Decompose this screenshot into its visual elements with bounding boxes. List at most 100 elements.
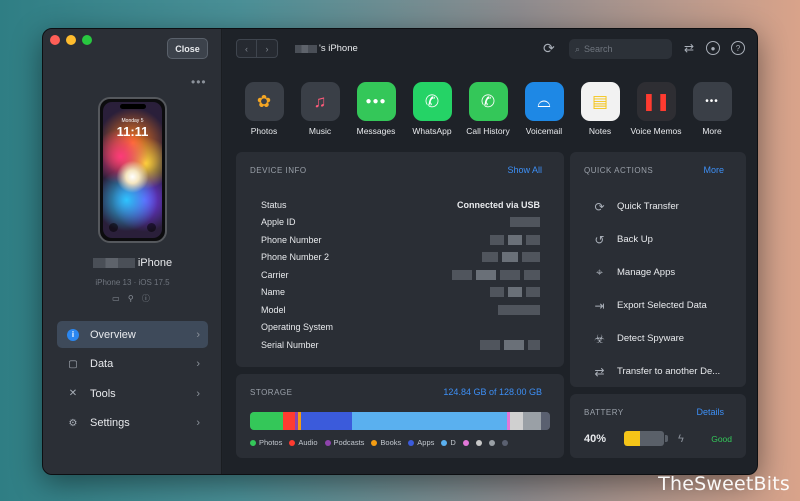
- flashlight-icon: [109, 223, 118, 232]
- quick-actions-card: QUICK ACTIONS More ⟳ Quick Transfer ↺ Back …: [570, 152, 746, 387]
- storage-used-label[interactable]: 124.84 GB of 128.00 GB: [443, 387, 542, 397]
- device-preview: Monday 5 11:11: [98, 97, 167, 243]
- app-photos[interactable]: ✿ Photos: [236, 82, 292, 136]
- action-manage-apps[interactable]: ⌖ Manage Apps: [592, 256, 736, 289]
- info-icon: i: [67, 328, 79, 341]
- square-icon: ▢: [68, 358, 78, 370]
- forward-button[interactable]: ›: [257, 39, 278, 58]
- legend-dot: [324, 439, 331, 446]
- phone-icon: ✆: [468, 82, 508, 121]
- back-button[interactable]: ‹: [236, 39, 257, 58]
- info-label: Apple ID: [261, 217, 296, 228]
- sidebar-item-data[interactable]: ▢ Data ›: [57, 351, 208, 378]
- sidebar: Close ••• Monday 5 11:11 iPhone iPhone 1…: [43, 29, 222, 474]
- sidebar-item-tools[interactable]: ✕ Tools ›: [57, 380, 208, 407]
- info-row-apple-id: Apple ID: [261, 214, 540, 232]
- refresh-icon[interactable]: ⟳: [543, 40, 555, 57]
- app-more[interactable]: ••• More: [684, 82, 740, 136]
- zoom-window-button[interactable]: [82, 35, 92, 45]
- info-label: Status: [261, 199, 287, 210]
- quick-transfer-icon: ⟳: [594, 199, 605, 214]
- sidebar-more-icon[interactable]: •••: [191, 75, 207, 89]
- sidebar-item-label: Data: [90, 358, 114, 370]
- close-button[interactable]: Close: [167, 38, 208, 59]
- legend-item-podcasts: Podcasts: [324, 438, 364, 447]
- legend-item-photos: Photos: [250, 438, 282, 447]
- legend-item-d: D: [441, 438, 456, 447]
- storage-segment-audio: [283, 412, 295, 430]
- info-label: Phone Number 2: [261, 252, 330, 263]
- app-voicemail[interactable]: ⌓ Voicemail: [516, 82, 572, 136]
- charging-bolt-icon: ϟ: [678, 432, 684, 445]
- window-controls: [50, 35, 92, 45]
- app-label: Photos: [250, 126, 278, 136]
- music-icon: ♫: [300, 82, 340, 121]
- close-window-button[interactable]: [50, 35, 60, 45]
- action-label: Back Up: [617, 234, 653, 245]
- search-input[interactable]: ⌕ Search: [569, 39, 672, 59]
- info-row-status: Status Connected via USB: [261, 196, 540, 214]
- storage-bar: [250, 412, 550, 430]
- legend-label: Apps: [417, 438, 435, 447]
- storage-segment-photos: [250, 412, 283, 430]
- info-label: Carrier: [261, 269, 289, 280]
- app-label: More: [702, 126, 722, 136]
- battery-health: Good: [711, 433, 732, 444]
- action-detect-spyware[interactable]: ☣ Detect Spyware: [592, 322, 736, 355]
- app-messages[interactable]: ●●● Messages: [348, 82, 404, 136]
- storage-title: STORAGE: [250, 388, 293, 397]
- show-all-link[interactable]: Show All: [507, 165, 542, 175]
- legend-item: [488, 439, 495, 446]
- legend-item: [462, 439, 469, 446]
- legend-item-apps: Apps: [408, 438, 434, 447]
- storage-segment: [523, 412, 541, 430]
- app-window: Close ••• Monday 5 11:11 iPhone iPhone 1…: [42, 28, 758, 475]
- action-label: Detect Spyware: [617, 333, 685, 344]
- app-label: Music: [308, 126, 332, 136]
- action-quick-transfer[interactable]: ⟳ Quick Transfer: [592, 190, 736, 223]
- storage-segment-apps: [301, 412, 352, 430]
- device-info-title: DEVICE INFO: [250, 166, 307, 175]
- tools-icon: ✕: [68, 388, 78, 399]
- action-transfer-to-another-de[interactable]: ⇄ Transfer to another De...: [592, 355, 736, 388]
- app-music[interactable]: ♫ Music: [292, 82, 348, 136]
- redacted-value: [490, 287, 540, 298]
- info-row-serial-number: Serial Number: [261, 336, 540, 354]
- minimize-window-button[interactable]: [66, 35, 76, 45]
- sidebar-item-overview[interactable]: i Overview ›: [57, 321, 208, 348]
- info-row-model: Model: [261, 301, 540, 319]
- info-label: Model: [261, 304, 286, 315]
- redacted-value: [498, 304, 540, 315]
- more-icon: •••: [692, 82, 732, 121]
- watermark: TheSweetBits: [658, 473, 790, 495]
- redacted-name: [92, 258, 135, 268]
- battery-icon: [624, 431, 664, 446]
- chevron-right-icon: ›: [196, 387, 200, 400]
- help-icon[interactable]: ?: [731, 41, 745, 55]
- redacted-value: [480, 339, 540, 350]
- battery-details-link[interactable]: Details: [696, 407, 724, 417]
- transfer-icon[interactable]: ⇄: [682, 41, 696, 55]
- app-whatsapp[interactable]: ✆ WhatsApp: [404, 82, 460, 136]
- backup-icon: ↺: [594, 232, 605, 247]
- legend-label: Photos: [259, 438, 283, 447]
- sidebar-item-label: Tools: [90, 387, 116, 400]
- device-status-icons: ▭ ⚲ ⓘ: [112, 294, 153, 303]
- gear-icon: ⚙: [68, 417, 78, 429]
- action-label: Export Selected Data: [617, 300, 707, 311]
- app-call-history[interactable]: ✆ Call History: [460, 82, 516, 136]
- action-back-up[interactable]: ↺ Back Up: [592, 223, 736, 256]
- action-export-selected-data[interactable]: ⇥ Export Selected Data: [592, 289, 736, 322]
- sidebar-item-settings[interactable]: ⚙ Settings ›: [57, 410, 208, 437]
- redacted-value: [452, 269, 540, 280]
- app-voice-memos[interactable]: ❚❚ Voice Memos: [628, 82, 684, 136]
- spyware-icon: ☣: [594, 331, 605, 346]
- app-notes[interactable]: ▤ Notes: [572, 82, 628, 136]
- quick-actions-more-link[interactable]: More: [703, 165, 724, 175]
- redacted-owner: [295, 44, 317, 53]
- info-label: Phone Number: [261, 234, 322, 245]
- account-icon[interactable]: ●: [706, 41, 720, 55]
- action-label: Transfer to another De...: [617, 366, 721, 377]
- info-row-phone-number: Phone Number: [261, 231, 540, 249]
- legend-dot: [408, 439, 415, 446]
